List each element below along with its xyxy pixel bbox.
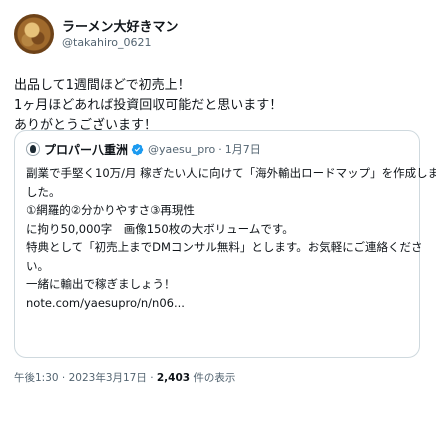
quoted-author-handle: @yaesu_pro: [148, 142, 216, 156]
quoted-author-avatar: [26, 142, 40, 156]
author-display-name[interactable]: ラーメン大好きマン: [62, 16, 178, 35]
quoted-text-line: した。: [26, 184, 61, 199]
quoted-tweet-text: 副業で手堅く10万/月 稼ぎたい人に向けて「海外輸出ロードマップ」を作成しま し…: [26, 164, 436, 313]
quoted-text-line: ①網羅的②分かりやすさ③再現性: [26, 203, 195, 217]
tweet-timestamp[interactable]: 午後1:30 · 2023年3月17日 ·: [14, 372, 157, 384]
quoted-tweet[interactable]: プロパー八重洲 @yaesu_pro · 1月7日 副業で手堅く10万/月 稼ぎ…: [14, 130, 436, 358]
view-count-label: 件の表示: [190, 372, 236, 384]
author-avatar[interactable]: [14, 14, 54, 54]
quoted-tweet-date[interactable]: 1月7日: [225, 141, 261, 157]
quoted-author-display-name: プロパー八重洲: [44, 142, 129, 157]
quoted-link[interactable]: note.com/yaesupro/n/n06...: [26, 294, 414, 313]
tweet-text-line: 出品して1週間ほどで初売上！: [14, 78, 191, 93]
tweet-meta: 午後1:30 · 2023年3月17日 · 2,403 件の表示: [14, 370, 235, 385]
author-handle[interactable]: @takahiro_0621: [62, 36, 152, 49]
quoted-text-line: 一緒に輸出で稼ぎましょう！: [26, 277, 176, 291]
quoted-text-line: 特典として「初売上までDMコンサル無料」とします。お気軽にご連絡くださ: [26, 240, 423, 254]
view-count: 2,403: [156, 372, 191, 384]
tweet: ラーメン大好きマン @takahiro_0621 出品して1週間ほどで初売上！ …: [0, 0, 436, 436]
tweet-text: 出品して1週間ほどで初売上！ 1ヶ月ほどあれば投資回収可能だと思います！ ありが…: [14, 76, 424, 136]
tweet-text-line: 1ヶ月ほどあれば投資回収可能だと思います！: [14, 98, 283, 113]
verified-badge-icon: [131, 143, 144, 155]
quoted-text-line: に拘り50,000字 画像150枚の大ボリュームです。: [26, 221, 294, 236]
quoted-text-line: 副業で手堅く10万/月 稼ぎたい人に向けて「海外輸出ロードマップ」を作成しま: [26, 166, 436, 180]
quoted-text-line: い。: [26, 258, 49, 273]
quoted-tweet-header: プロパー八重洲 @yaesu_pro · 1月7日: [26, 140, 261, 158]
separator-dot: ·: [218, 142, 222, 156]
